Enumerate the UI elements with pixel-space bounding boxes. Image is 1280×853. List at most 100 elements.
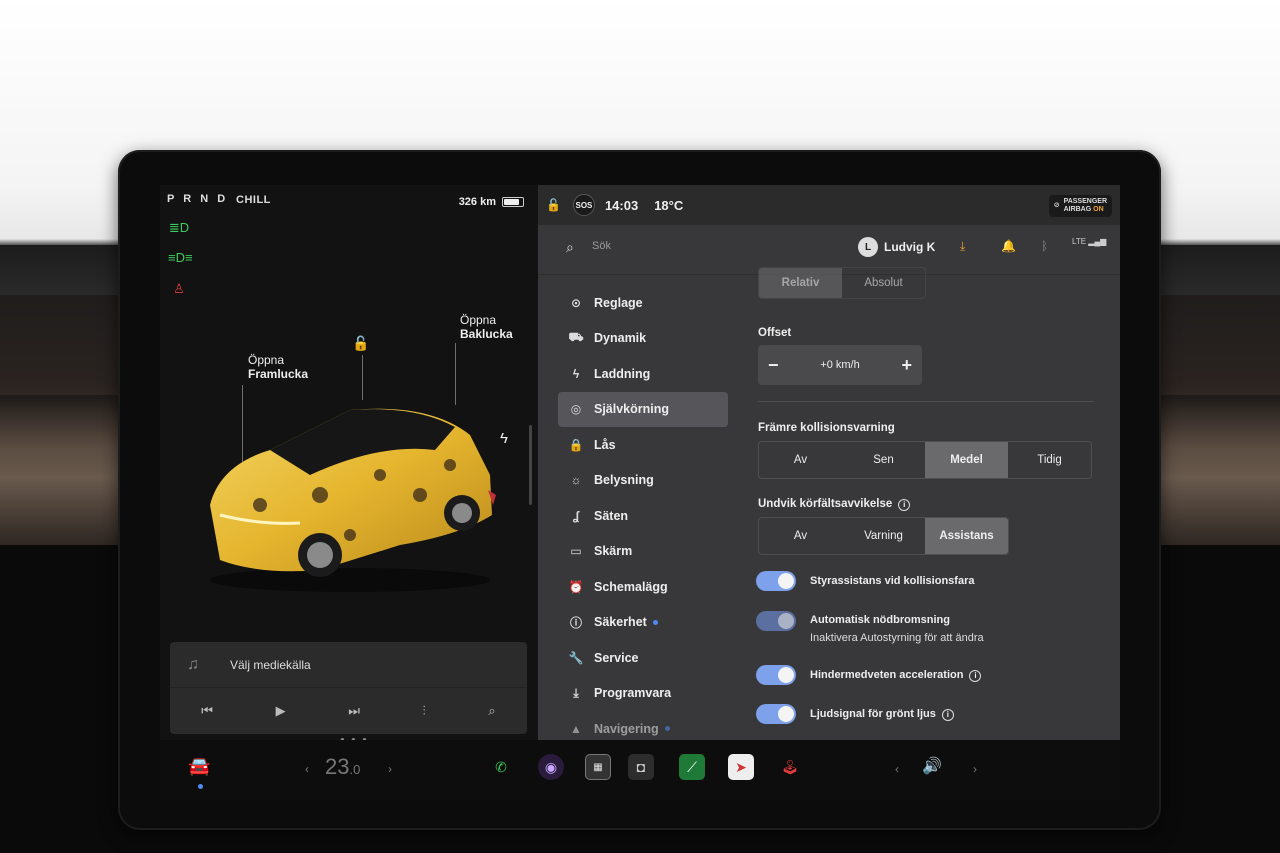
download-icon[interactable]: ⤓ — [960, 239, 965, 254]
offset-stepper: − +0 km/h + — [758, 345, 922, 385]
app-launcher-icon[interactable]: ▦ — [585, 754, 611, 780]
fcw-option-tidig[interactable]: Tidig — [1008, 442, 1091, 478]
range-display: 326 km — [459, 196, 524, 208]
avatar: L — [858, 237, 878, 257]
nav-item-saten[interactable]: ʆ Säten — [558, 498, 728, 534]
parking-lights-icon: ≡D≡ — [168, 250, 193, 265]
navigation-app-icon[interactable]: ➤ — [728, 754, 754, 780]
lane-option-varning[interactable]: Varning — [842, 518, 925, 554]
status-bar: 🔓 SOS 14:03 18°C ⊘ PASSENGER AIRBAG ON — [538, 185, 1120, 225]
nav-item-navigering[interactable]: ▲ Navigering — [558, 711, 728, 740]
collision-steering-label: Styrassistans vid kollisionsfara — [810, 575, 975, 587]
energy-graph-icon[interactable]: ⟋ — [679, 754, 705, 780]
alarm-icon: ⏰ — [568, 579, 584, 594]
airbag-label: PASSENGER — [1063, 198, 1107, 205]
increase-button[interactable]: + — [901, 355, 912, 376]
search-input[interactable]: Sök — [592, 240, 611, 252]
display-icon: ▭ — [570, 544, 582, 559]
info-icon: ⓘ — [569, 615, 582, 630]
temp-up-icon[interactable]: › — [388, 762, 392, 776]
nav-item-las[interactable]: 🔒 Lås — [558, 427, 728, 463]
bluetooth-icon[interactable]: ᛒ — [1041, 239, 1048, 253]
lock-line — [362, 355, 363, 400]
decrease-button[interactable]: − — [768, 355, 779, 376]
search-icon[interactable]: ⌕ — [566, 239, 574, 256]
rear-trunk-label: Baklucka — [460, 327, 513, 341]
nav-item-reglage[interactable]: ⊙ Reglage — [558, 285, 728, 321]
lane-departure-label: Undvik körfältsavvikelse i — [758, 498, 911, 511]
front-trunk-button[interactable]: Öppna Framlucka — [248, 353, 308, 381]
play-icon[interactable]: ▶ — [276, 703, 286, 719]
info-icon[interactable]: i — [941, 709, 954, 721]
volume-down-icon[interactable]: ‹ — [895, 762, 899, 776]
temp-down-icon[interactable]: ‹ — [305, 762, 309, 776]
collision-steering-toggle[interactable] — [756, 571, 796, 591]
offset-label: Offset — [758, 327, 792, 339]
nav-item-laddning[interactable]: ϟ Laddning — [558, 356, 728, 392]
passenger-airbag-status: ⊘ PASSENGER AIRBAG ON — [1048, 195, 1112, 217]
nav-item-schemalagg[interactable]: ⏰ Schemalägg — [558, 569, 728, 605]
panel-resize-handle[interactable] — [529, 425, 532, 505]
divider — [758, 401, 1094, 402]
media-source-button[interactable]: Välj mediekälla — [230, 658, 311, 672]
volume-icon[interactable]: 🔊 — [922, 756, 942, 776]
speed-mode-selector: Relativ Absolut — [758, 267, 926, 299]
green-light-chime-label: Ljudsignal för grönt ljus i — [810, 708, 954, 721]
joystick-icon[interactable]: 🕹 — [777, 754, 803, 780]
next-track-icon[interactable]: ⏭ — [348, 703, 360, 719]
volume-up-icon[interactable]: › — [973, 762, 977, 776]
seat-icon: ʆ — [572, 508, 580, 523]
emergency-braking-toggle[interactable] — [756, 611, 796, 631]
emergency-braking-note: Inaktivera Autostyrning för att ändra — [810, 632, 984, 644]
driver-profile[interactable]: L Ludvig K — [858, 237, 935, 257]
clock: 14:03 — [604, 197, 639, 213]
active-indicator — [198, 784, 203, 789]
previous-track-icon[interactable]: ⏮ — [201, 703, 213, 719]
fcw-option-medel[interactable]: Medel — [925, 442, 1008, 478]
fcw-option-av[interactable]: Av — [759, 442, 842, 478]
battery-icon — [502, 197, 524, 207]
car-model-image — [210, 408, 496, 592]
phone-icon[interactable]: ✆ — [488, 754, 514, 780]
lock-icon: 🔒 — [568, 437, 584, 452]
user-name: Ludvig K — [884, 240, 936, 254]
speed-mode-relativ[interactable]: Relativ — [759, 268, 842, 298]
unlock-icon[interactable]: 🔓 — [352, 335, 369, 352]
outside-temperature: 18°C — [654, 197, 684, 213]
charge-port-icon[interactable]: ϟ — [500, 430, 508, 447]
car-panel: P R N D CHILL 326 km ≣D ≡D≡ ♙ Öppna Fram… — [160, 185, 538, 740]
nav-item-dynamik[interactable]: ⛟ Dynamik — [558, 321, 728, 357]
fcw-option-sen[interactable]: Sen — [842, 442, 925, 478]
equalizer-icon[interactable]: ⫶ — [423, 703, 426, 719]
car-icon[interactable]: 🚘 — [188, 756, 210, 777]
speed-mode-absolut[interactable]: Absolut — [842, 268, 925, 298]
lane-departure-selector: Av Varning Assistans — [758, 517, 1009, 555]
info-icon[interactable]: i — [898, 499, 911, 511]
green-light-chime-toggle[interactable] — [756, 704, 796, 724]
camera-lens-icon[interactable]: ◉ — [538, 754, 564, 780]
emergency-braking-label: Automatisk nödbromsning — [810, 614, 950, 626]
media-player: ♫ Välj mediekälla ⏮ ▶ ⏭ ⫶ ⌕ — [170, 642, 527, 734]
obstacle-aware-acceleration-toggle[interactable] — [756, 665, 796, 685]
info-icon[interactable]: i — [969, 670, 982, 682]
navigation-icon: ▲ — [570, 721, 582, 736]
fcw-selector: Av Sen Medel Tidig — [758, 441, 1092, 479]
cabin-temperature[interactable]: 23.0 — [325, 754, 360, 780]
lane-option-av[interactable]: Av — [759, 518, 842, 554]
fcw-label: Främre kollisionsvarning — [758, 422, 895, 434]
gear-selector: P R N D — [167, 193, 229, 205]
nav-item-programvara[interactable]: ⤓ Programvara — [558, 676, 728, 712]
nav-item-belysning[interactable]: ☼ Belysning — [558, 463, 728, 499]
bell-icon[interactable]: 🔔 — [1001, 239, 1016, 253]
nav-item-sakerhet[interactable]: ⓘ Säkerhet — [558, 605, 728, 641]
nav-item-skarm[interactable]: ▭ Skärm — [558, 534, 728, 570]
airbag-label-2: AIRBAG — [1063, 206, 1092, 213]
sos-button[interactable]: SOS — [572, 194, 595, 216]
temperature-decimal: .0 — [349, 762, 361, 777]
rear-trunk-button[interactable]: Öppna Baklucka — [460, 313, 513, 341]
media-search-icon[interactable]: ⌕ — [488, 703, 495, 719]
dashcam-icon[interactable]: ◘ — [628, 754, 654, 780]
lane-option-assistans[interactable]: Assistans — [925, 518, 1008, 554]
nav-item-service[interactable]: 🔧 Service — [558, 640, 728, 676]
nav-item-sjalvkorning[interactable]: ◎ Självkörning — [558, 391, 728, 427]
